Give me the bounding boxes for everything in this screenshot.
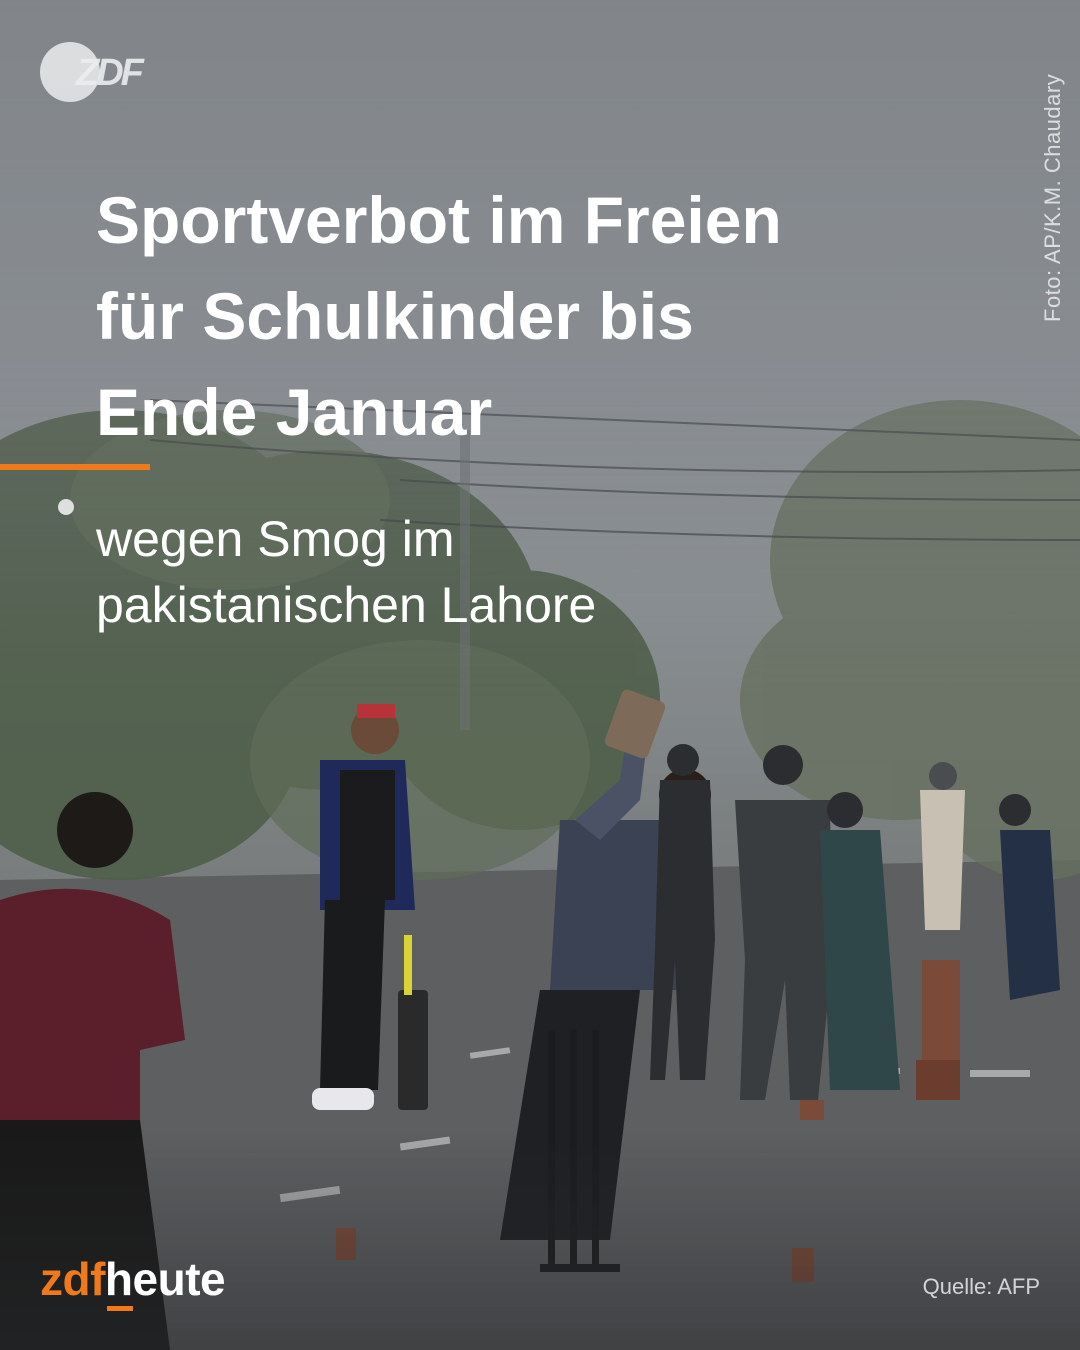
zdfheute-brand-logo: zdfheute xyxy=(40,1252,226,1306)
accent-divider xyxy=(0,464,150,470)
headline-line-3: Ende Januar xyxy=(96,375,493,449)
headline-line-1: Sportverbot im Freien xyxy=(96,183,782,257)
news-card: ZDF Foto: AP/K.M. Chaudary Sportverbot i… xyxy=(0,0,1080,1350)
zdf-logo: ZDF xyxy=(40,38,160,102)
headline: Sportverbot im Freien für Schulkinder bi… xyxy=(96,172,976,460)
photo-credit: Foto: AP/K.M. Chaudary xyxy=(1040,73,1065,322)
subline-line-2: pakistanischen Lahore xyxy=(96,577,597,633)
source-note: Quelle: AFP xyxy=(922,1274,1040,1299)
brand-zdf: zdf xyxy=(40,1253,105,1305)
subline-line-1: wegen Smog im xyxy=(96,511,455,567)
zdf-logo-letters: ZDF xyxy=(76,52,144,94)
headline-line-2: für Schulkinder bis xyxy=(96,279,694,353)
bottom-shade-overlay xyxy=(0,1130,1080,1350)
subline: wegen Smog im pakistanischen Lahore xyxy=(96,506,896,638)
brand-heute: heute xyxy=(104,1253,226,1305)
